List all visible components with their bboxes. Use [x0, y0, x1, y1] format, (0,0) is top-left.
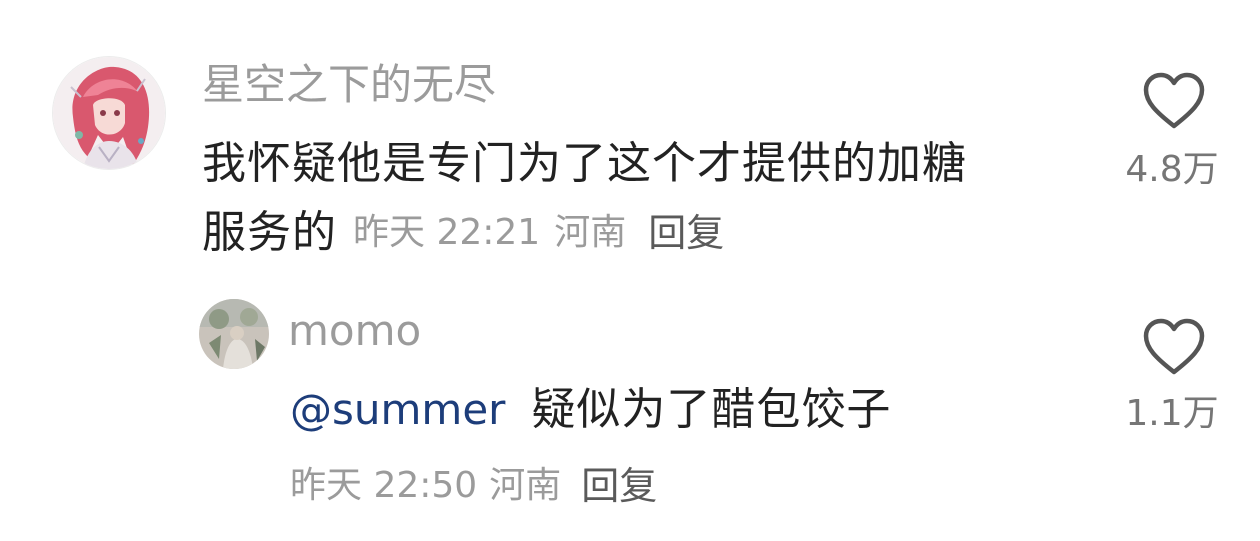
comment-time: 昨天 22:21 [353, 212, 541, 253]
reply-like-count: 1.1万 [1125, 393, 1219, 434]
comment-text-line2: 服务的 [202, 207, 337, 258]
reply-avatar[interactable] [199, 299, 269, 369]
reply-button[interactable]: 回复 [648, 211, 724, 255]
heart-icon [1143, 318, 1205, 375]
anime-character-avatar-icon [53, 57, 165, 169]
photo-avatar-icon [199, 299, 269, 369]
reply-username[interactable]: momo [288, 306, 421, 356]
comment-text-line2-row: 服务的 昨天 22:21 河南 回复 [202, 200, 724, 266]
comment-location: 河南 [554, 212, 627, 253]
reply-meta-row: 昨天 22:50 河南 回复 [290, 462, 657, 510]
avatar[interactable] [52, 56, 166, 170]
comment-username[interactable]: 星空之下的无尽 [202, 60, 496, 110]
like-button[interactable] [1142, 72, 1206, 130]
like-count: 4.8万 [1125, 149, 1219, 190]
reply-text-row: @summer 疑似为了醋包饺子 [290, 380, 891, 440]
reply-time: 昨天 22:50 [290, 465, 478, 506]
comment-text-line1: 我怀疑他是专门为了这个才提供的加糖 [202, 138, 967, 189]
reply-location: 河南 [489, 465, 562, 506]
reply-text: 疑似为了醋包饺子 [531, 384, 892, 435]
reply-reply-button[interactable]: 回复 [581, 464, 657, 508]
mention-link[interactable]: @summer [290, 385, 505, 435]
heart-icon [1143, 72, 1205, 129]
reply-like-button[interactable] [1142, 318, 1206, 376]
